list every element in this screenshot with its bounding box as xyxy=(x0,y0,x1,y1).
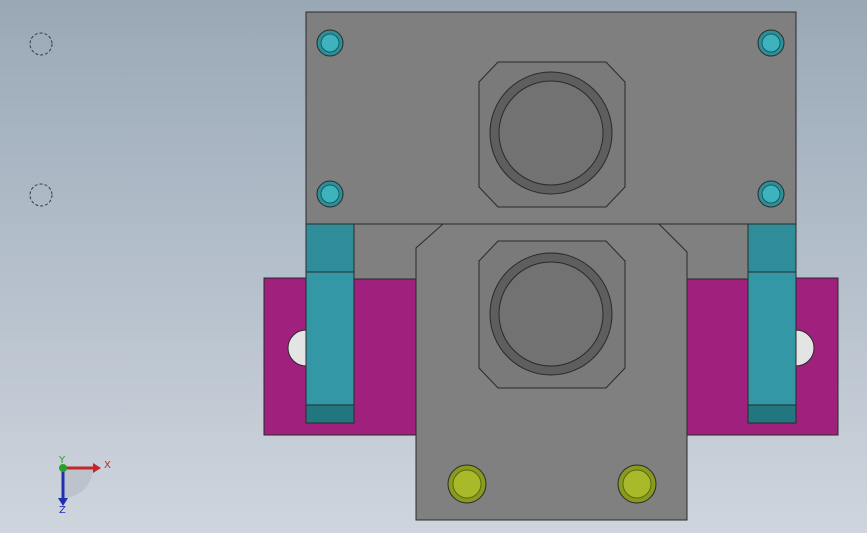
assembly-model[interactable]: X Y Z xyxy=(0,0,867,533)
right-clamp-arm[interactable] xyxy=(747,223,797,424)
x-axis-arrow-icon xyxy=(93,463,101,473)
left-clamp-arm[interactable] xyxy=(305,223,355,424)
orientation-triad: X Y Z xyxy=(58,455,111,516)
lower-valve-block[interactable] xyxy=(415,223,688,521)
z-axis-label: Z xyxy=(59,505,66,516)
locating-pin[interactable] xyxy=(447,464,487,504)
bolt[interactable] xyxy=(757,29,785,57)
x-axis-label: X xyxy=(104,460,111,471)
cad-graphics-viewport[interactable]: X Y Z xyxy=(0,0,867,533)
sketch-point-circle[interactable] xyxy=(29,183,53,207)
top-valve-block[interactable] xyxy=(305,11,797,225)
bolt[interactable] xyxy=(757,180,785,208)
bolt[interactable] xyxy=(316,29,344,57)
bolt[interactable] xyxy=(316,180,344,208)
locating-pin[interactable] xyxy=(617,464,657,504)
sketch-point-circle[interactable] xyxy=(29,32,53,56)
y-axis-label: Y xyxy=(58,455,66,466)
